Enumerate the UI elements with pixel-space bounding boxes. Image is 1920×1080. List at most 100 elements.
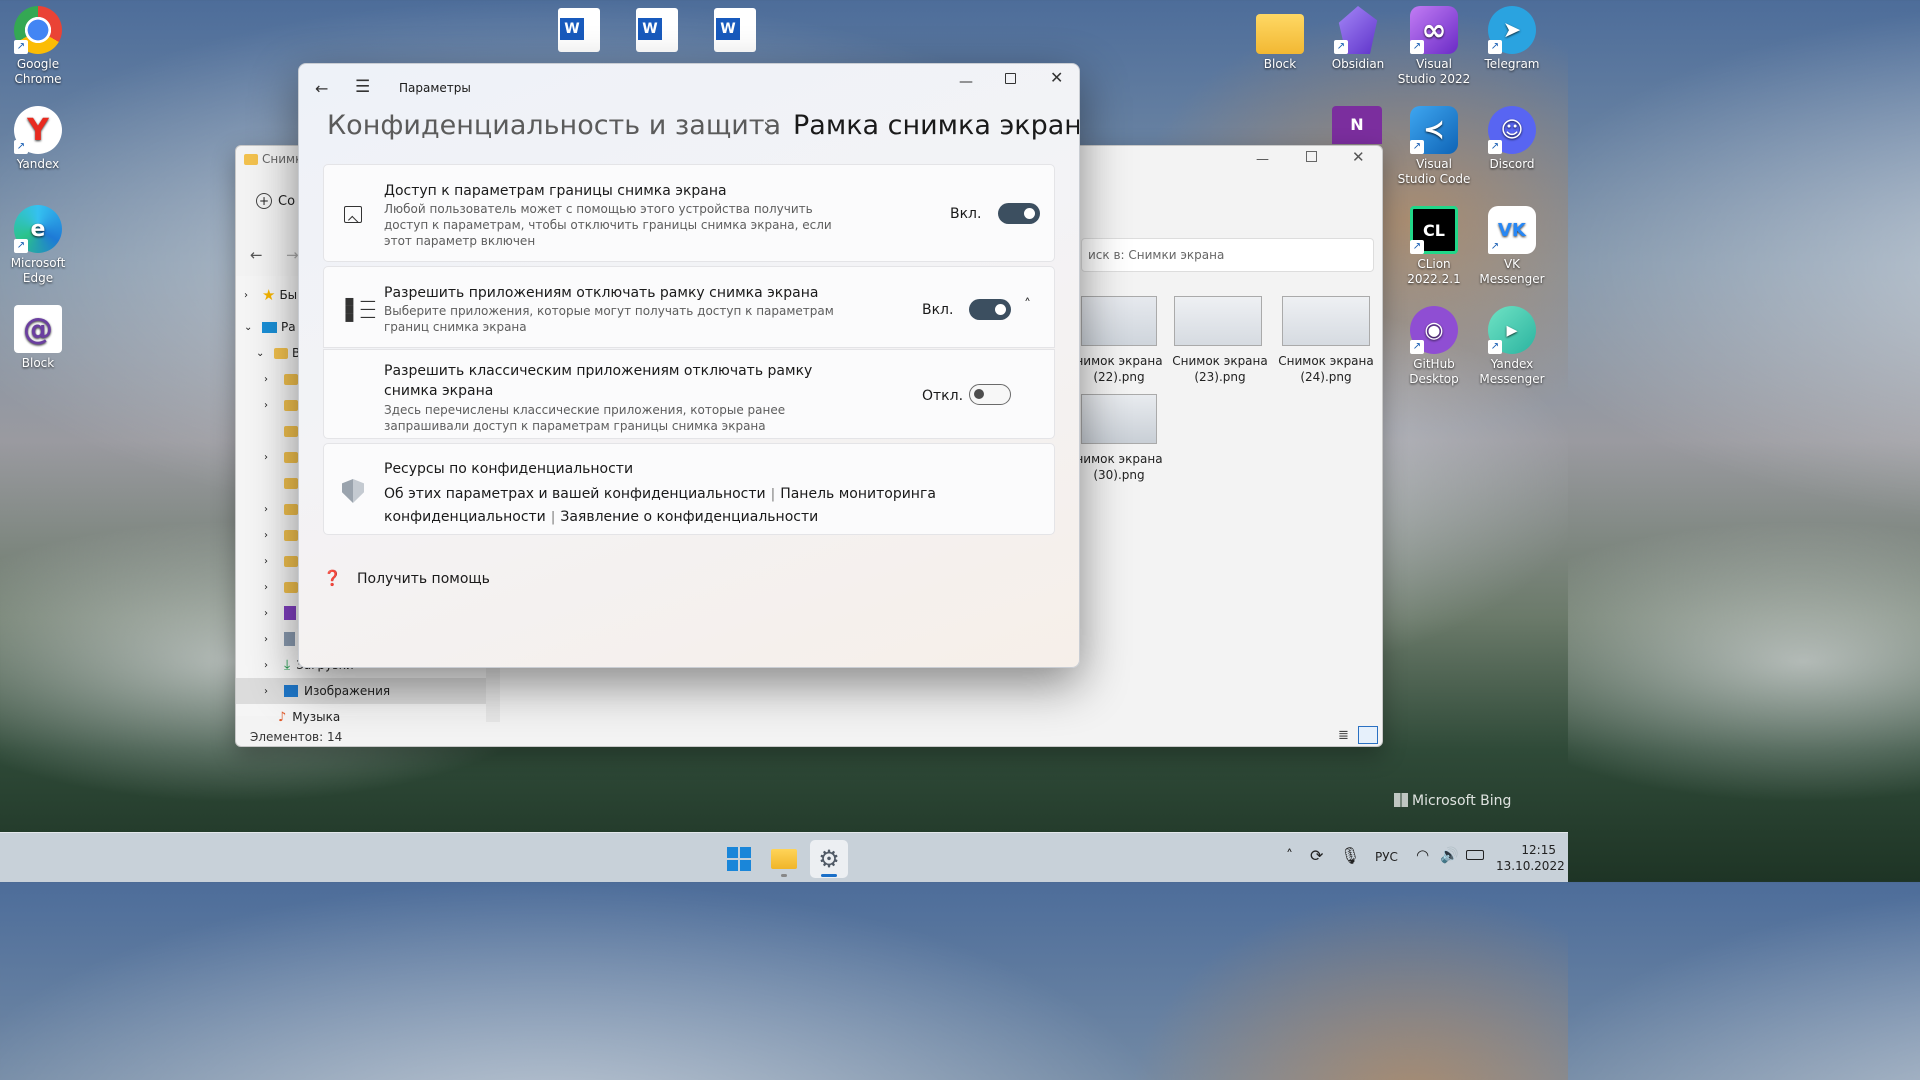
- image-icon: [344, 206, 362, 227]
- explorer-minimize-button[interactable]: —: [1256, 152, 1269, 167]
- folder-icon: [284, 529, 298, 541]
- explorer-search-input[interactable]: иск в: Снимки экрана: [1081, 238, 1374, 272]
- file-thumbnail[interactable]: [1174, 296, 1262, 346]
- chevron-up-icon[interactable]: ˄: [1024, 297, 1031, 313]
- hamburger-menu-icon[interactable]: ☰: [355, 77, 370, 97]
- shortcut-arrow-icon: ↗: [1410, 40, 1424, 54]
- desktop-icon-block-folder[interactable]: Block: [1242, 6, 1318, 72]
- plus-icon: +: [256, 193, 272, 209]
- sync-icon[interactable]: ⟳: [1310, 846, 1323, 865]
- privacy-statement-link[interactable]: Заявление о конфиденциальности: [560, 509, 818, 525]
- onenote-icon[interactable]: N: [1332, 106, 1382, 144]
- allow-apps-toggle[interactable]: [969, 299, 1011, 320]
- breadcrumb-parent[interactable]: Конфиденциальность и защита: [327, 110, 781, 141]
- bing-watermark: Microsoft Bing: [1394, 793, 1511, 809]
- explorer-title: Снимк: [244, 152, 302, 166]
- desktop-icon-vk[interactable]: VK ↗ VK Messenger: [1474, 206, 1550, 287]
- desktop-icon-telegram[interactable]: ➤ ↗ Telegram: [1474, 6, 1550, 72]
- desktop-icon-label: Block: [1263, 57, 1297, 71]
- shield-icon: [342, 479, 364, 503]
- folder-icon: [284, 503, 298, 515]
- folder-icon: [284, 425, 298, 437]
- desktop-icon-discord[interactable]: ☺ ↗ Discord: [1474, 106, 1550, 172]
- setting-description: Здесь перечислены классические приложени…: [384, 403, 786, 433]
- desktop-icon-label: Visual Studio Code: [1397, 157, 1471, 186]
- file-name[interactable]: нимок экрана (30).png: [1074, 451, 1164, 483]
- link-divider: |: [770, 487, 776, 502]
- file-thumbnail[interactable]: [1282, 296, 1370, 346]
- desktop-icon-label: Yandex Messenger: [1479, 357, 1545, 386]
- volume-icon[interactable]: 🔊: [1440, 846, 1459, 864]
- desktop-icon-yandex[interactable]: Y ↗ Yandex: [0, 106, 76, 172]
- new-button[interactable]: + Со: [256, 193, 295, 209]
- word-doc-icon[interactable]: W: [636, 8, 678, 52]
- taskbar-explorer-button[interactable]: [765, 840, 803, 878]
- privacy-settings-link[interactable]: Об этих параметрах и вашей конфиденциаль…: [384, 486, 766, 502]
- clock[interactable]: 12:15 13.10.2022: [1496, 842, 1565, 874]
- show-hidden-icons-chevron[interactable]: ˄: [1286, 848, 1293, 864]
- forward-icon[interactable]: →: [286, 246, 299, 264]
- minimize-button[interactable]: —: [959, 74, 973, 90]
- close-button[interactable]: ✕: [1050, 68, 1063, 87]
- desktop-icon-clion[interactable]: CL ↗ CLion 2022.2.1: [1396, 206, 1472, 287]
- word-doc-icon[interactable]: W: [558, 8, 600, 52]
- desktop-icon-obsidian[interactable]: ↗ Obsidian: [1320, 6, 1396, 72]
- back-icon[interactable]: ←: [250, 246, 263, 264]
- file-thumbnail[interactable]: [1081, 296, 1157, 346]
- shortcut-arrow-icon: ↗: [1488, 140, 1502, 154]
- desktop-icon-edge[interactable]: e ↗ Microsoft Edge: [0, 205, 76, 286]
- get-help-link[interactable]: Получить помощь: [357, 571, 490, 587]
- shortcut-arrow-icon: ↗: [14, 40, 28, 54]
- desktop-icon-label: Telegram: [1484, 57, 1540, 71]
- start-button[interactable]: [720, 840, 758, 878]
- setting-description: Выберите приложения, которые могут получ…: [384, 304, 834, 334]
- back-arrow-icon[interactable]: ←: [315, 79, 328, 98]
- battery-icon[interactable]: [1466, 850, 1484, 860]
- details-view-icon[interactable]: ≣: [1338, 728, 1349, 743]
- classic-apps-toggle[interactable]: [969, 384, 1011, 405]
- folder-icon: [1256, 14, 1304, 54]
- settings-gear-icon: ⚙: [818, 845, 840, 873]
- desktop-icon-block[interactable]: @ Block: [0, 305, 76, 371]
- setting-card-allow-apps[interactable]: ▪ — ▪ — ▪ — Разрешить приложениям отключат…: [323, 266, 1055, 348]
- desktop-icon-github[interactable]: ◉ ↗ GitHub Desktop: [1396, 306, 1472, 387]
- block-app-icon: @: [14, 305, 62, 353]
- page-title: Рамка снимка экрана: [793, 110, 1080, 141]
- setting-card-border-access: Доступ к параметрам границы снимка экран…: [323, 164, 1055, 262]
- download-icon: ⤓: [284, 657, 291, 673]
- link-divider: |: [550, 510, 556, 525]
- setting-card-classic-apps: Разрешить классическим приложениям отклю…: [323, 349, 1055, 439]
- desktop-icon-chrome[interactable]: ↗ Google Chrome: [0, 6, 76, 87]
- maximize-button[interactable]: [1005, 73, 1016, 84]
- language-indicator[interactable]: РУС: [1375, 850, 1398, 864]
- desktop-icon-yandex-messenger[interactable]: ▸ ↗ Yandex Messenger: [1474, 306, 1550, 387]
- windows-logo-icon: [1394, 793, 1408, 807]
- setting-title: Разрешить классическим приложениям отклю…: [384, 363, 813, 399]
- file-thumbnail[interactable]: [1081, 394, 1157, 444]
- file-name[interactable]: нимок экрана (22).png: [1074, 353, 1164, 385]
- desktop-icon-label: Visual Studio 2022: [1397, 57, 1471, 86]
- shortcut-arrow-icon: ↗: [1410, 340, 1424, 354]
- file-explorer-icon: [771, 849, 797, 869]
- desktop-icon-visual-studio[interactable]: ∞ ↗ Visual Studio 2022: [1396, 6, 1472, 87]
- explorer-maximize-button[interactable]: [1306, 151, 1317, 162]
- file-name[interactable]: Снимок экрана (23).png: [1170, 353, 1270, 385]
- desktop-icon-vscode[interactable]: ≺ ↗ Visual Studio Code: [1396, 106, 1472, 187]
- desktop-icon-label: Google Chrome: [14, 57, 62, 86]
- microphone-icon[interactable]: 🎙: [1340, 846, 1360, 865]
- tiles-view-icon[interactable]: [1358, 726, 1378, 744]
- desktop-icon: [262, 321, 277, 333]
- desktop-icon-label: Microsoft Edge: [10, 256, 66, 285]
- taskbar-settings-button[interactable]: ⚙: [810, 840, 848, 878]
- word-doc-icon[interactable]: W: [714, 8, 756, 52]
- border-access-toggle[interactable]: [998, 203, 1040, 224]
- shortcut-arrow-icon: ↗: [1334, 40, 1348, 54]
- folder-icon: [284, 477, 298, 489]
- wifi-icon[interactable]: ◠: [1416, 846, 1429, 864]
- list-icon: ▪ — ▪ — ▪ —: [344, 291, 376, 326]
- nav-item-music[interactable]: ♪ Музыка: [236, 704, 486, 730]
- nav-item-pictures[interactable]: › Изображения: [236, 678, 486, 704]
- explorer-close-button[interactable]: ✕: [1352, 148, 1365, 166]
- settings-window[interactable]: ← ☰ Параметры — ✕ Конфиденциальность и з…: [298, 63, 1080, 668]
- file-name[interactable]: Снимок экрана (24).png: [1276, 353, 1376, 385]
